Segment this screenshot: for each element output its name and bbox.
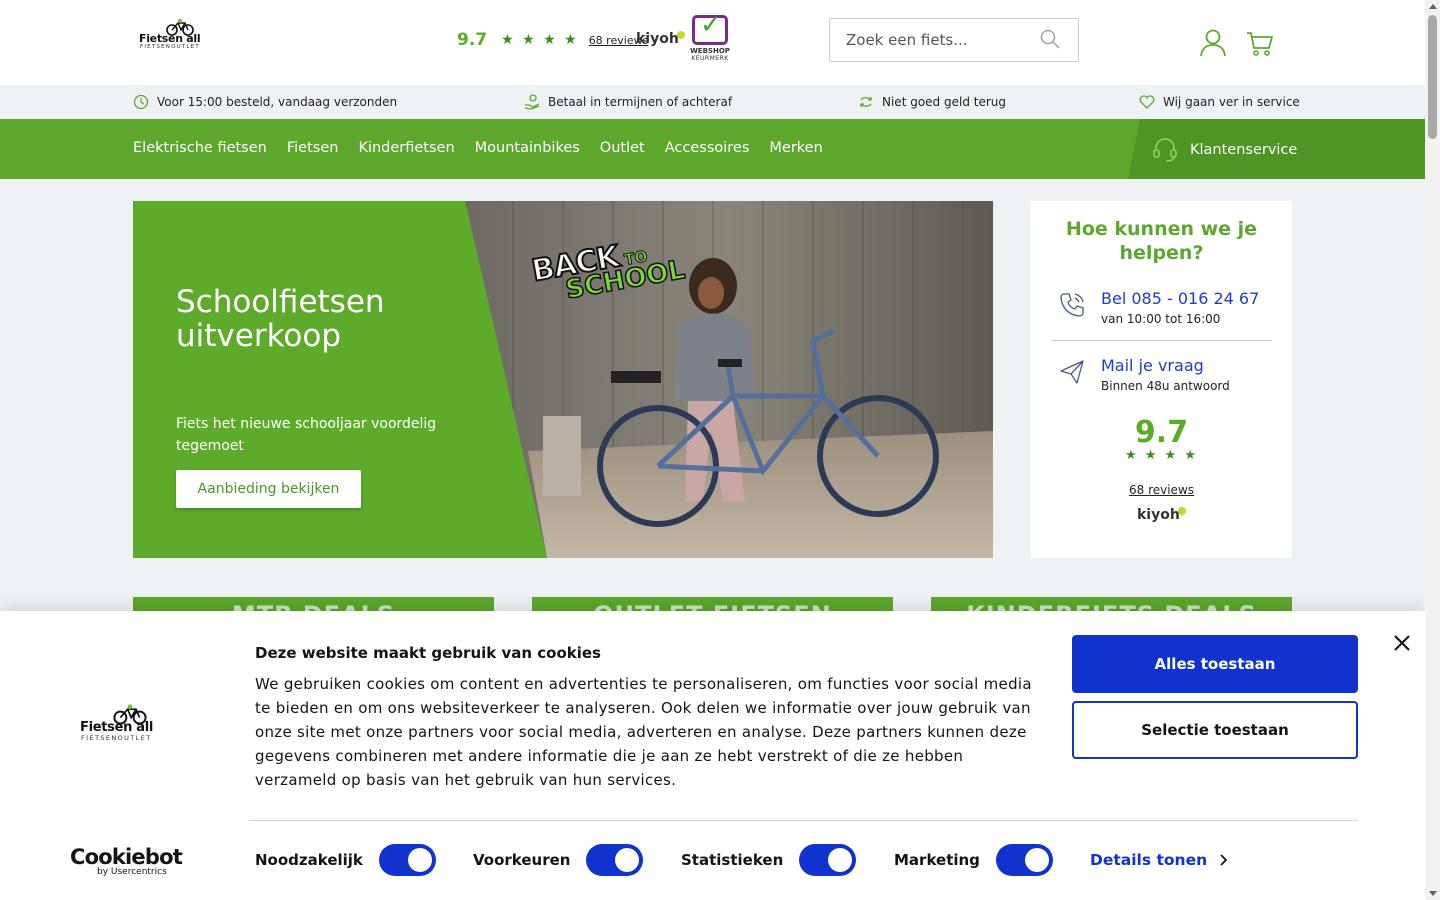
phone-hours: van 10:00 tot 16:00	[1101, 312, 1221, 326]
hero-subtitle: Fiets het nieuwe schooljaar voordelig te…	[176, 416, 437, 454]
toggle-label: Voorkeuren	[473, 851, 571, 869]
hero-title: Schoolfietsen uitverkoop	[176, 284, 385, 354]
scroll-up-arrow-icon[interactable]	[1429, 4, 1437, 9]
usp-bar: Voor 15:00 besteld, vandaag verzonden Be…	[0, 85, 1425, 119]
webshop-keurmerk-badge[interactable]: ✓ WEBSHOP KEURMERK	[690, 10, 730, 63]
help-divider	[1051, 340, 1272, 341]
toggle-label: Statistieken	[681, 851, 784, 869]
site-logo[interactable]: Fietsen all FIETSENOUTLET	[139, 18, 211, 52]
search-input[interactable]	[846, 31, 1036, 49]
cookiebot-name: Cookiebot	[70, 845, 183, 869]
toggle-preferences: Voorkeuren	[473, 844, 644, 876]
help-kiyoh-text: kiyoh	[1137, 507, 1180, 523]
usp-item-guarantee: Niet goed geld terug	[858, 94, 1006, 110]
nav-item-outlet[interactable]: Outlet	[600, 140, 645, 156]
heart-icon	[1139, 95, 1155, 109]
help-kiyoh-logo[interactable]: kiyoh	[1137, 507, 1186, 523]
customer-service-label: Klantenservice	[1190, 142, 1298, 158]
usp-label: Niet goed geld terug	[882, 95, 1006, 109]
refresh-icon	[860, 97, 872, 107]
site-header: Fietsen all FIETSENOUTLET 9.7 ★ ★ ★ ★ 68…	[0, 0, 1425, 85]
necessary-switch[interactable]	[378, 844, 436, 876]
cookiebot-logo[interactable]: Cookiebot by Usercentrics	[70, 845, 183, 877]
logo-subtext: FIETSENOUTLET	[81, 734, 152, 742]
cookie-title: Deze website maakt gebruik van cookies	[255, 644, 601, 662]
details-label: Details tonen	[1090, 851, 1208, 869]
keurmerk-line2: KEURMERK	[691, 55, 729, 62]
hero-banner[interactable]: BACK TO SCHOOL Schoolfietsen uitverkoop …	[133, 201, 993, 558]
usp-label: Betaal in termijnen of achteraf	[548, 95, 733, 109]
kiyoh-text: kiyoh	[636, 31, 679, 47]
help-stars-icon: ★ ★ ★ ★	[1124, 448, 1198, 463]
nav-item-elektrische-fietsen[interactable]: Elektrische fietsen	[133, 140, 267, 156]
preferences-switch[interactable]	[586, 844, 644, 876]
rating-stars-icon: ★ ★ ★ ★	[501, 32, 579, 48]
account-icon[interactable]	[1200, 29, 1226, 57]
search-box	[829, 18, 1079, 62]
phone-icon	[1060, 293, 1084, 317]
nav-item-kinderfietsen[interactable]: Kinderfietsen	[358, 140, 454, 156]
cart-icon[interactable]	[1246, 31, 1274, 57]
toggle-label: Marketing	[894, 851, 980, 869]
keurmerk-check-icon: ✓	[692, 10, 728, 45]
nav-item-merken[interactable]: Merken	[769, 140, 822, 156]
headset-icon	[1153, 138, 1177, 162]
view-offer-button[interactable]: Aanbieding bekijken	[176, 470, 361, 508]
toggle-marketing: Marketing	[894, 844, 1053, 876]
nav-item-fietsen[interactable]: Fietsen	[287, 140, 339, 156]
toggle-label: Noodzakelijk	[255, 851, 363, 869]
allow-selection-button[interactable]: Selectie toestaan	[1072, 701, 1358, 759]
kiyoh-dot-icon	[1177, 507, 1186, 515]
cookie-banner: Fietsen all FIETSENOUTLET Deze website m…	[0, 611, 1425, 900]
header-rating: 9.7 ★ ★ ★ ★ 68 reviews	[457, 30, 648, 50]
close-icon[interactable]	[1391, 632, 1413, 654]
phone-title: Bel 085 - 016 24 67	[1101, 289, 1260, 308]
search-icon[interactable]	[1040, 29, 1060, 49]
logo-text: Fietsen all	[80, 720, 154, 735]
toggle-statistics: Statistieken	[681, 844, 857, 876]
clock-icon	[133, 94, 149, 110]
logo-subtext: FIETSENOUTLET	[140, 44, 200, 50]
marketing-switch[interactable]	[995, 844, 1053, 876]
usp-item-shipping: Voor 15:00 besteld, vandaag verzonden	[133, 94, 397, 110]
scroll-down-arrow-icon[interactable]	[1429, 891, 1437, 896]
usp-label: Voor 15:00 besteld, vandaag verzonden	[157, 95, 398, 109]
nav-item-accessoires[interactable]: Accessoires	[665, 140, 750, 156]
chevron-right-icon	[1220, 854, 1228, 866]
mail-title: Mail je vraag	[1101, 356, 1204, 375]
kiyoh-dot-icon	[676, 31, 685, 39]
keurmerk-line1: WEBSHOP	[690, 47, 730, 55]
kiyoh-logo[interactable]: kiyoh	[636, 31, 685, 47]
help-reviews-link[interactable]: 68 reviews	[1031, 483, 1292, 497]
rating-score: 9.7	[457, 30, 488, 50]
main-nav: Elektrische fietsen Fietsen Kinderfietse…	[0, 119, 1425, 179]
cookie-site-logo: Fietsen all FIETSENOUTLET	[80, 703, 168, 743]
customer-service-link[interactable]: Klantenservice	[1128, 119, 1425, 179]
cookie-text: We gebruiken cookies om content en adver…	[255, 675, 1032, 789]
usp-item-payment: Betaal in termijnen of achteraf	[524, 94, 732, 110]
hand-coin-icon	[524, 94, 540, 110]
nav-item-mountainbikes[interactable]: Mountainbikes	[475, 140, 580, 156]
toggle-necessary: Noodzakelijk	[255, 844, 436, 876]
help-score: 9.7	[1134, 415, 1189, 450]
allow-all-button[interactable]: Alles toestaan	[1072, 635, 1358, 693]
cookie-divider	[249, 820, 1358, 821]
show-details-link[interactable]: Details tonen	[1090, 851, 1228, 869]
help-box: Hoe kunnen we je helpen? Bel 085 - 016 2…	[1031, 201, 1292, 558]
help-title: Hoe kunnen we je helpen?	[1065, 218, 1258, 264]
statistics-switch[interactable]	[799, 844, 857, 876]
page-scrollbar[interactable]	[1425, 0, 1440, 900]
scrollbar-thumb[interactable]	[1428, 15, 1437, 139]
usp-label: Wij gaan ver in service	[1163, 95, 1300, 109]
usp-item-service: Wij gaan ver in service	[1139, 94, 1300, 110]
mail-sub: Binnen 48u antwoord	[1101, 379, 1230, 393]
paper-plane-icon	[1060, 360, 1084, 384]
